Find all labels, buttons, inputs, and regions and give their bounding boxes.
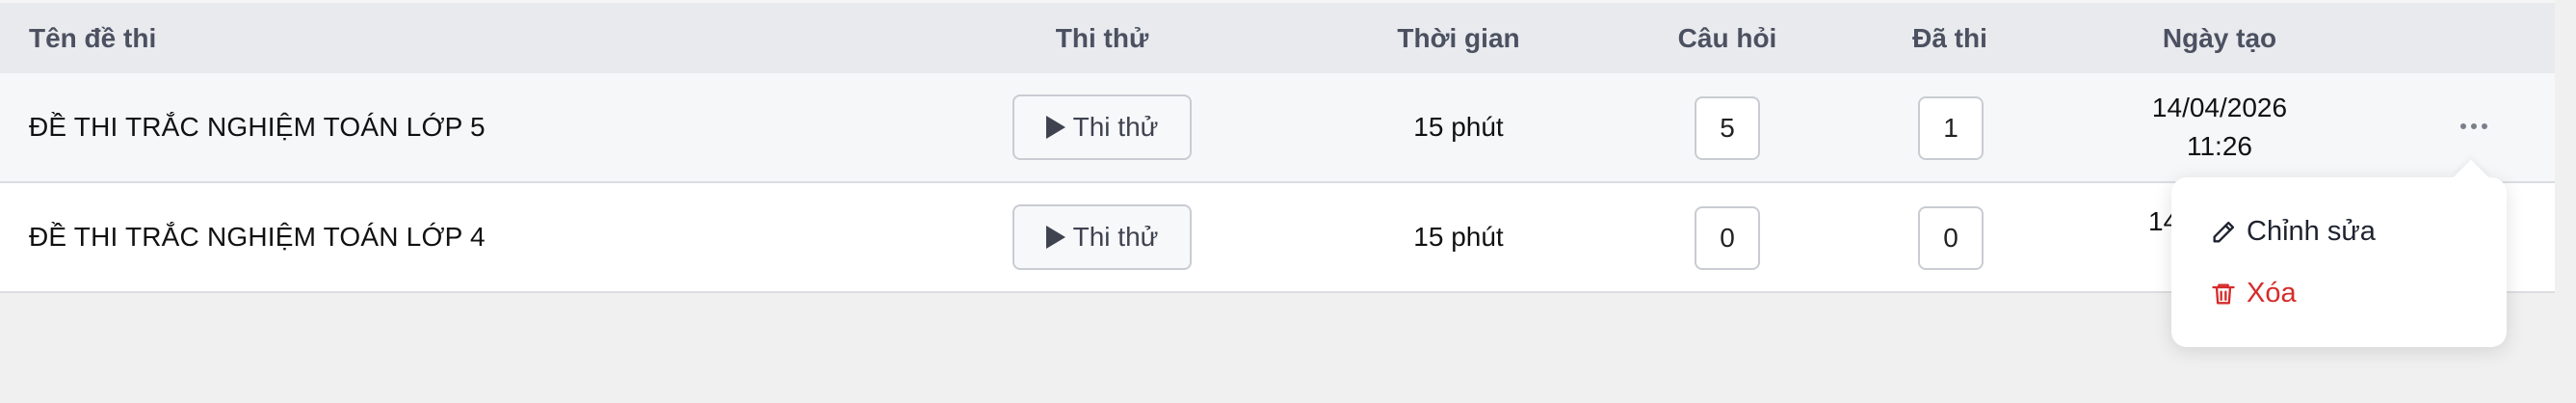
col-header-duration[interactable]: Thời gian <box>1397 3 1519 73</box>
edit-label: Chỉnh sửa <box>2247 216 2376 247</box>
taken-count-badge: 1 <box>1918 96 1984 160</box>
delete-label: Xóa <box>2247 278 2297 309</box>
play-icon <box>1045 226 1065 249</box>
created-time: 11:26 <box>2186 131 2252 161</box>
exam-name: ĐỀ THI TRẮC NGHIỆM TOÁN LỚP 4 <box>29 222 486 252</box>
created-datetime: 14/04/2026 11:26 <box>2152 73 2287 181</box>
table-row: ĐỀ THI TRẮC NGHIỆM TOÁN LỚP 5 Thi thử 15… <box>0 73 2555 183</box>
exam-duration: 15 phút <box>1413 112 1504 142</box>
exam-duration: 15 phút <box>1413 222 1504 252</box>
question-count-badge: 5 <box>1695 96 1760 160</box>
delete-menu-item[interactable]: Xóa <box>2210 278 2297 309</box>
row-actions-menu: Chỉnh sửa Xóa <box>2171 177 2507 347</box>
more-horizontal-icon[interactable] <box>2452 112 2496 141</box>
trash-icon <box>2212 283 2235 304</box>
col-header-created[interactable]: Ngày tạo <box>2163 3 2276 73</box>
col-header-try: Thi thử <box>1055 22 1149 53</box>
question-count-badge: 0 <box>1695 206 1760 270</box>
table-header: Tên đề thi Thi thử Thời gian Câu hỏi Đã … <box>0 0 2555 73</box>
try-exam-button[interactable]: Thi thử <box>1012 204 1192 270</box>
try-exam-button[interactable]: Thi thử <box>1012 94 1192 160</box>
exam-name: ĐỀ THI TRẮC NGHIỆM TOÁN LỚP 5 <box>29 112 486 142</box>
edit-menu-item[interactable]: Chỉnh sửa <box>2210 216 2376 248</box>
col-header-name[interactable]: Tên đề thi <box>29 3 156 73</box>
taken-count-badge: 0 <box>1918 206 1984 270</box>
try-exam-label: Thi thử <box>1072 222 1159 252</box>
col-header-taken[interactable]: Đã thi <box>1912 3 1987 73</box>
try-exam-label: Thi thử <box>1072 112 1159 142</box>
play-icon <box>1045 116 1065 139</box>
col-header-questions[interactable]: Câu hỏi <box>1678 3 1777 73</box>
created-date: 14/04/2026 <box>2151 93 2288 122</box>
pencil-icon <box>2213 221 2235 242</box>
